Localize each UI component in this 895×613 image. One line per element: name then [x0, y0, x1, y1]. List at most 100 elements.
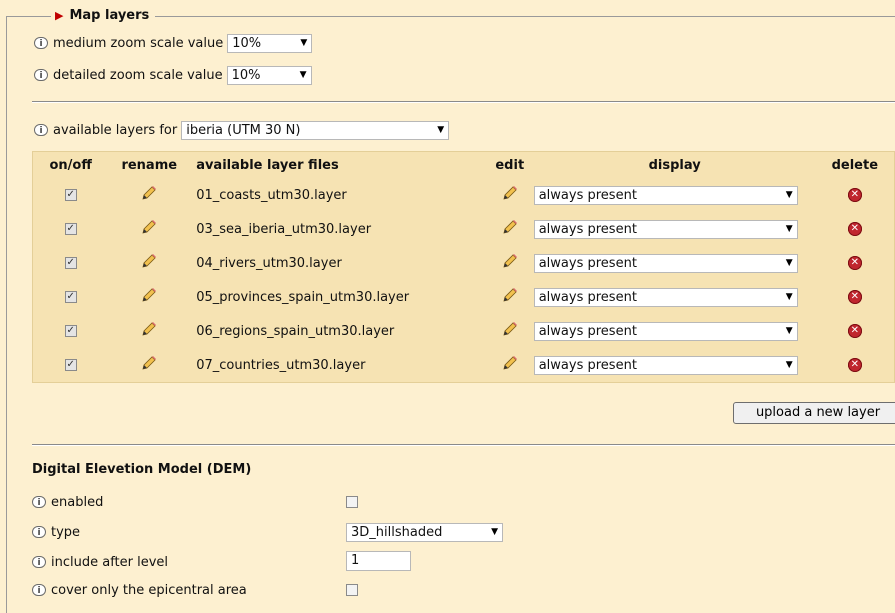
layer-file-name: 04_rivers_utm30.layer — [196, 255, 342, 271]
delete-icon[interactable]: ✕ — [847, 324, 862, 338]
chevron-down-icon: ▼ — [785, 223, 793, 234]
table-row: ✓ 01_coasts_utm30.layer always present ▼ … — [33, 178, 895, 212]
dem-type-label: type — [51, 524, 81, 540]
layer-set-value: iberia (UTM 30 N) — [186, 122, 301, 138]
pencil-icon[interactable] — [140, 184, 158, 206]
collapse-arrow-icon[interactable]: ▶ — [55, 7, 63, 25]
info-icon[interactable]: i — [34, 37, 48, 49]
available-layers-row: i available layers for iberia (UTM 30 N)… — [34, 120, 450, 140]
header-display: display — [648, 157, 701, 173]
fieldset-border-left — [6, 16, 7, 613]
detailed-zoom-row: i detailed zoom scale value 10% ▼ — [34, 65, 312, 85]
pencil-icon[interactable] — [501, 184, 519, 206]
display-select[interactable]: always present ▼ — [533, 321, 798, 341]
chevron-down-icon: ▼ — [785, 257, 793, 268]
chevron-down-icon: ▼ — [785, 189, 793, 200]
delete-icon[interactable]: ✕ — [847, 256, 862, 270]
display-select[interactable]: always present ▼ — [533, 219, 798, 239]
display-select[interactable]: always present ▼ — [533, 287, 798, 307]
header-files: available layer files — [196, 157, 339, 173]
dem-enabled-row: i enabled — [32, 492, 358, 512]
header-delete: delete — [831, 157, 879, 173]
separator-highlight — [32, 445, 895, 446]
medium-zoom-label: medium zoom scale value — [53, 35, 224, 51]
info-icon[interactable]: i — [32, 556, 46, 568]
pencil-icon[interactable] — [501, 354, 519, 376]
pencil-icon[interactable] — [501, 286, 519, 308]
dem-epicentral-checkbox[interactable] — [346, 584, 358, 596]
pencil-icon[interactable] — [140, 218, 158, 240]
header-onoff: on/off — [49, 157, 92, 173]
fieldset-title: Map layers — [69, 8, 150, 23]
delete-icon[interactable]: ✕ — [847, 290, 862, 304]
fieldset-legend[interactable]: ▶ Map layers — [51, 7, 156, 25]
pencil-icon[interactable] — [501, 218, 519, 240]
pencil-icon[interactable] — [140, 252, 158, 274]
medium-zoom-value: 10% — [232, 35, 262, 51]
header-rename: rename — [121, 157, 178, 173]
layer-enabled-checkbox[interactable]: ✓ — [64, 189, 77, 201]
layer-enabled-checkbox[interactable]: ✓ — [64, 257, 77, 269]
delete-icon[interactable]: ✕ — [847, 358, 862, 372]
info-icon[interactable]: i — [34, 124, 48, 136]
medium-zoom-row: i medium zoom scale value 10% ▼ — [34, 33, 313, 53]
dem-enabled-label: enabled — [51, 494, 104, 510]
dem-level-label: include after level — [51, 554, 169, 570]
display-value: always present — [538, 255, 637, 271]
dem-epicentral-label: cover only the epicentral area — [51, 582, 247, 598]
table-row: ✓ 03_sea_iberia_utm30.layer always prese… — [33, 212, 895, 246]
delete-icon[interactable]: ✕ — [847, 222, 862, 236]
detailed-zoom-value: 10% — [231, 67, 261, 83]
detailed-zoom-label: detailed zoom scale value — [53, 67, 223, 83]
table-row: ✓ 07_countries_utm30.layer always presen… — [33, 348, 895, 383]
dem-type-row: i type 3D_hillshaded ▼ — [32, 522, 503, 542]
chevron-down-icon: ▼ — [785, 291, 793, 302]
pencil-icon[interactable] — [140, 286, 158, 308]
chevron-down-icon: ▼ — [491, 526, 498, 537]
display-value: always present — [538, 221, 637, 237]
layer-enabled-checkbox[interactable]: ✓ — [64, 291, 77, 303]
delete-icon[interactable]: ✕ — [847, 188, 862, 202]
table-row: ✓ 05_provinces_spain_utm30.layer always … — [33, 280, 895, 314]
info-icon[interactable]: i — [32, 526, 46, 538]
upload-layer-button[interactable]: upload a new layer — [733, 402, 895, 424]
layer-file-name: 05_provinces_spain_utm30.layer — [196, 289, 410, 305]
available-layers-label: available layers for — [53, 122, 178, 138]
display-value: always present — [538, 187, 637, 203]
display-select[interactable]: always present ▼ — [533, 253, 798, 273]
table-row: ✓ 04_rivers_utm30.layer always present ▼ … — [33, 246, 895, 280]
dem-enabled-checkbox[interactable] — [346, 496, 358, 508]
pencil-icon[interactable] — [140, 320, 158, 342]
layer-enabled-checkbox[interactable]: ✓ — [64, 359, 77, 371]
info-icon[interactable]: i — [34, 69, 48, 81]
layer-enabled-checkbox[interactable]: ✓ — [64, 223, 77, 235]
detailed-zoom-select[interactable]: 10% ▼ — [226, 65, 312, 85]
info-icon[interactable]: i — [32, 496, 46, 508]
layers-table: on/off rename available layer files edit… — [32, 151, 895, 383]
info-icon[interactable]: i — [32, 584, 46, 596]
chevron-down-icon: ▼ — [785, 325, 793, 336]
layer-file-name: 06_regions_spain_utm30.layer — [196, 323, 395, 339]
table-header-row: on/off rename available layer files edit… — [33, 152, 895, 179]
pencil-icon[interactable] — [501, 320, 519, 342]
layer-file-name: 07_countries_utm30.layer — [196, 357, 366, 373]
layer-set-select[interactable]: iberia (UTM 30 N) ▼ — [181, 120, 450, 140]
chevron-down-icon: ▼ — [299, 69, 307, 80]
separator-highlight — [32, 102, 895, 103]
display-value: always present — [538, 357, 637, 373]
dem-level-input[interactable]: 1 — [346, 551, 411, 571]
display-select[interactable]: always present ▼ — [533, 355, 798, 375]
layer-file-name: 03_sea_iberia_utm30.layer — [196, 221, 372, 237]
dem-type-value: 3D_hillshaded — [351, 524, 443, 540]
header-edit: edit — [495, 157, 525, 173]
display-value: always present — [538, 323, 637, 339]
dem-type-select[interactable]: 3D_hillshaded ▼ — [346, 522, 503, 542]
chevron-down-icon: ▼ — [300, 37, 308, 48]
dem-epicentral-row: i cover only the epicentral area — [32, 580, 358, 600]
pencil-icon[interactable] — [140, 354, 158, 376]
layer-enabled-checkbox[interactable]: ✓ — [64, 325, 77, 337]
medium-zoom-select[interactable]: 10% ▼ — [227, 33, 313, 53]
pencil-icon[interactable] — [501, 252, 519, 274]
display-select[interactable]: always present ▼ — [533, 185, 798, 205]
chevron-down-icon: ▼ — [785, 359, 793, 370]
